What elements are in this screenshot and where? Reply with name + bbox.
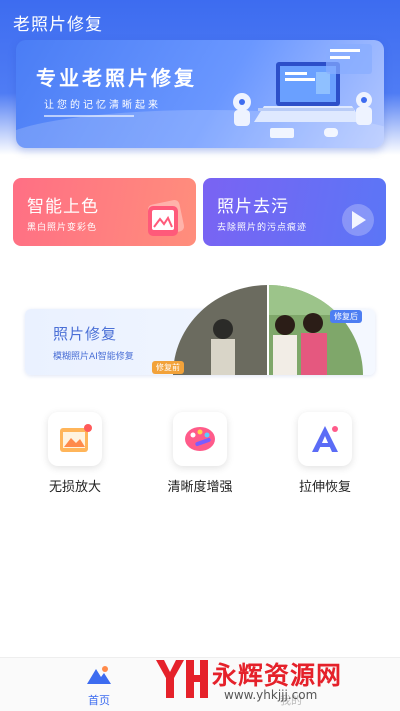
restore-subtitle: 模糊照片AI智能修复 bbox=[53, 352, 134, 362]
banner-title: 专业老照片修复 bbox=[36, 66, 197, 90]
clean-subtitle: 去除照片的污点痕迹 bbox=[217, 223, 308, 233]
tab-home-label: 首页 bbox=[88, 694, 110, 707]
hero-banner[interactable]: 专业老照片修复 让您的记忆清晰起来 bbox=[16, 40, 384, 148]
image-enlarge-icon bbox=[48, 412, 102, 466]
tool-sharpen-label: 清晰度增强 bbox=[167, 480, 233, 495]
watermark: 永辉资源网 www.yhkjjj.com bbox=[150, 652, 400, 710]
image-color-icon bbox=[147, 199, 185, 237]
clean-title: 照片去污 bbox=[217, 197, 289, 217]
colorize-title: 智能上色 bbox=[27, 197, 99, 217]
before-after-photo bbox=[173, 285, 363, 375]
banner-subtitle: 让您的记忆清晰起来 bbox=[44, 100, 161, 111]
before-tag: 修复前 bbox=[152, 361, 184, 374]
app-title: 老照片修复 bbox=[13, 15, 103, 35]
play-image-icon bbox=[342, 204, 374, 236]
clean-card[interactable]: 照片去污 去除照片的污点痕迹 bbox=[203, 178, 386, 246]
watermark-text: 永辉资源网 bbox=[212, 661, 343, 690]
banner-underline bbox=[44, 115, 134, 117]
palette-icon bbox=[173, 412, 227, 466]
watermark-logo-icon bbox=[156, 660, 208, 698]
tool-enlarge-label: 无损放大 bbox=[48, 480, 101, 495]
colorize-card[interactable]: 智能上色 黑白照片变彩色 bbox=[13, 178, 196, 246]
colorize-subtitle: 黑白照片变彩色 bbox=[27, 223, 98, 233]
photo-restore-banner[interactable]: 照片修复 模糊照片AI智能修复 修复前 修复后 bbox=[25, 285, 375, 375]
tool-enlarge[interactable]: 无损放大 bbox=[30, 412, 120, 495]
stretch-icon bbox=[298, 412, 352, 466]
laptop-robot-illustration bbox=[233, 44, 372, 138]
restore-title: 照片修复 bbox=[53, 325, 118, 343]
tool-stretch[interactable]: 拉伸恢复 bbox=[280, 412, 370, 495]
mountain-icon bbox=[87, 666, 111, 684]
tool-stretch-label: 拉伸恢复 bbox=[298, 480, 351, 495]
tab-home[interactable]: 首页 bbox=[74, 664, 124, 708]
after-tag: 修复后 bbox=[330, 310, 362, 323]
watermark-url: www.yhkjjj.com bbox=[224, 688, 318, 702]
tool-sharpen[interactable]: 清晰度增强 bbox=[155, 412, 245, 495]
